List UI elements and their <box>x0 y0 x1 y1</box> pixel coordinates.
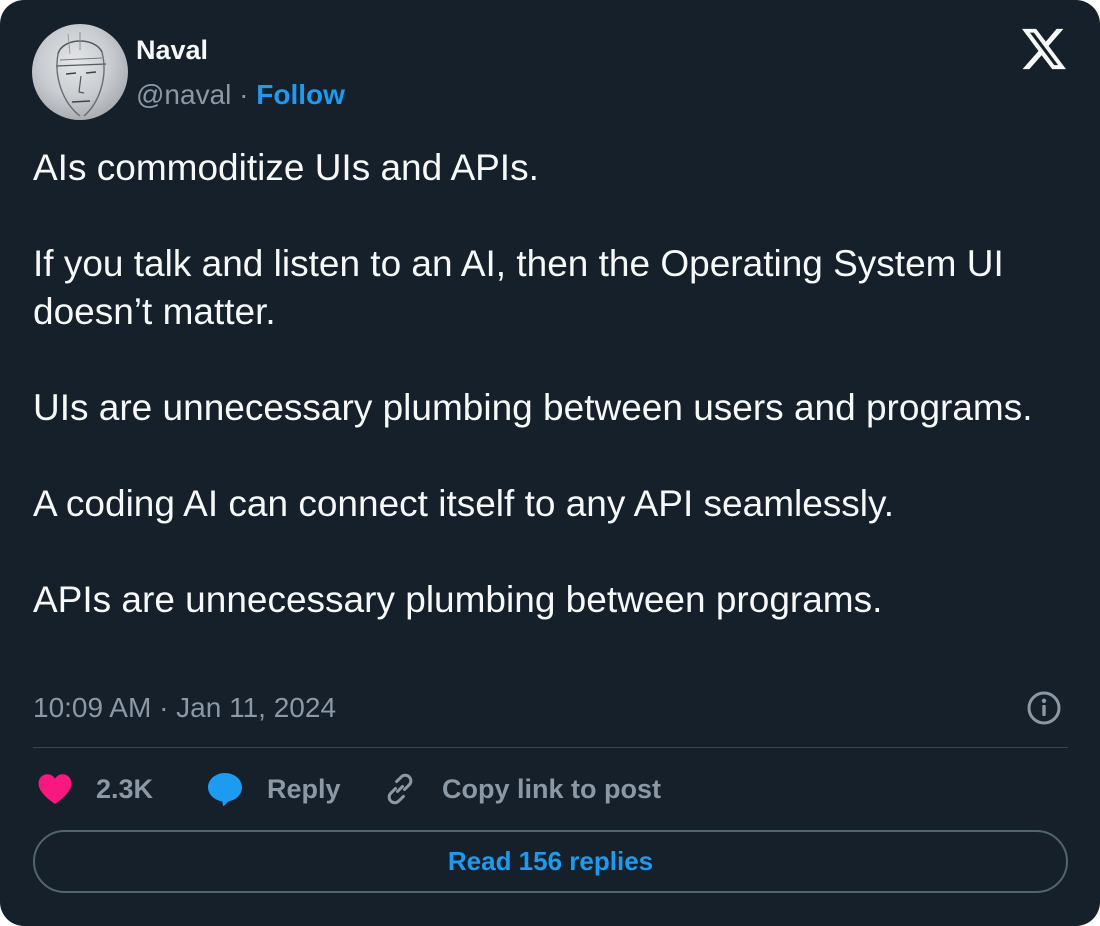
like-count: 2.3K <box>96 773 154 804</box>
tweet-card: Naval @naval · Follow AIs commoditize UI… <box>0 0 1100 926</box>
heart-icon <box>38 774 72 804</box>
read-replies-button[interactable]: Read 156 replies <box>33 830 1068 893</box>
tweet-paragraph: If you talk and listen to an AI, then th… <box>33 243 1004 332</box>
author-handle[interactable]: @naval <box>136 79 231 110</box>
x-logo-icon[interactable] <box>1022 28 1066 70</box>
copy-link-button[interactable]: Copy link to post <box>382 766 661 812</box>
tweet-paragraph: AIs commoditize UIs and APIs. <box>33 147 539 188</box>
speech-bubble-icon <box>208 773 242 806</box>
tweet-timestamp[interactable]: 10:09 AM · Jan 11, 2024 <box>33 690 336 726</box>
info-icon[interactable] <box>1026 690 1062 726</box>
tweet-paragraph: APIs are unnecessary plumbing between pr… <box>33 579 883 620</box>
handle-separator: · <box>231 79 257 110</box>
reply-button[interactable]: Reply <box>207 766 341 812</box>
link-icon <box>387 773 413 805</box>
reply-label: Reply <box>267 773 341 804</box>
follow-button[interactable]: Follow <box>256 79 345 110</box>
tweet-paragraph: UIs are unnecessary plumbing between use… <box>33 387 1033 428</box>
divider <box>33 747 1068 748</box>
tweet-text: AIs commoditize UIs and APIs. If you tal… <box>33 144 1078 624</box>
author-display-name[interactable]: Naval <box>136 34 208 66</box>
like-button[interactable]: 2.3K <box>38 766 153 812</box>
avatar[interactable] <box>32 24 128 120</box>
author-handle-row: @naval · Follow <box>136 78 345 112</box>
copy-link-label: Copy link to post <box>442 773 661 804</box>
tweet-paragraph: A coding AI can connect itself to any AP… <box>33 483 895 524</box>
